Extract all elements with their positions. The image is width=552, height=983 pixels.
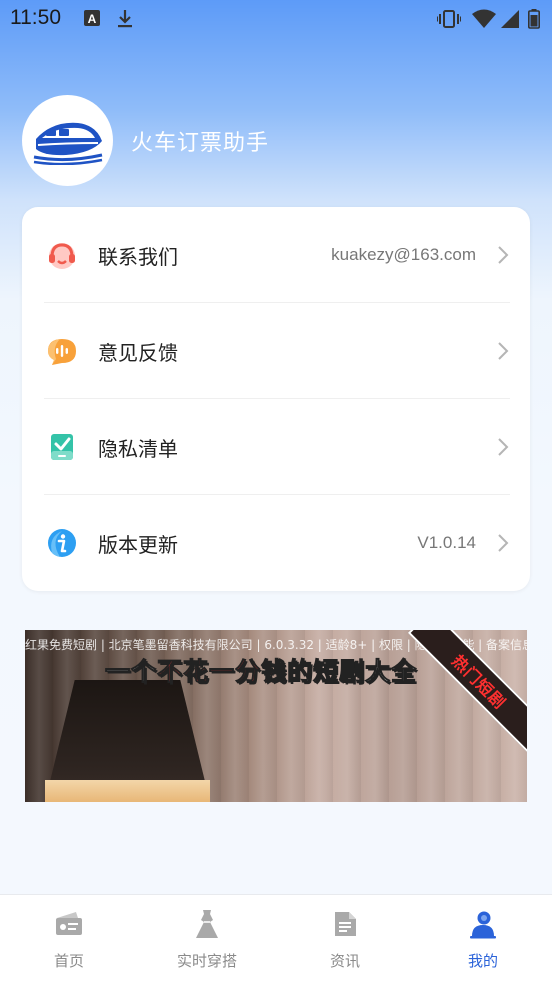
chevron-right-icon: [498, 342, 509, 360]
nav-tab-outfit[interactable]: 实时穿搭: [138, 895, 276, 983]
app-logo: [22, 95, 113, 186]
chevron-right-icon: [498, 438, 509, 456]
ad-headline: 一个不花一分钱的短剧大全: [104, 652, 418, 688]
news-icon: [335, 912, 356, 936]
settings-menu-card: 联系我们 kuakezy@163.com 意见反馈 隐私清单 版本更新 V1.0…: [22, 207, 530, 591]
menu-item-privacy-list[interactable]: 隐私清单: [22, 399, 530, 495]
nav-tab-me[interactable]: 我的: [414, 895, 552, 983]
checklist-icon: [51, 434, 73, 460]
nav-tab-home[interactable]: 首页: [0, 895, 138, 983]
menu-item-contact[interactable]: 联系我们 kuakezy@163.com: [22, 207, 530, 303]
menu-item-feedback[interactable]: 意见反馈: [22, 303, 530, 399]
version-number: V1.0.14: [417, 533, 476, 552]
menu-item-label: 联系我们: [98, 245, 178, 269]
menu-item-label: 隐私清单: [98, 437, 178, 461]
app-name: 火车订票助手: [131, 131, 270, 156]
nav-tab-news[interactable]: 资讯: [276, 895, 414, 983]
info-icon: [48, 529, 76, 557]
wifi-icon: [472, 9, 496, 28]
battery-icon: [528, 9, 540, 29]
ad-headline-part: 短剧大全: [313, 657, 418, 687]
ad-headline-part: 的: [287, 657, 314, 687]
headset-icon: [49, 243, 75, 269]
chat-bubble-icon: [48, 339, 76, 365]
download-icon: [118, 10, 132, 28]
ad-lamp-glow: [45, 780, 210, 802]
vibrate-icon: [437, 10, 461, 28]
chevron-right-icon: [498, 534, 509, 552]
nav-label: 实时穿搭: [176, 952, 237, 970]
user-icon: [470, 911, 496, 939]
nav-label: 首页: [53, 952, 84, 970]
status-time: 11:50: [10, 6, 61, 29]
dress-icon: [196, 910, 218, 938]
ticket-icon: [56, 912, 82, 935]
bottom-nav: 首页 实时穿搭 资讯 我的: [0, 894, 552, 983]
text-a-icon: A: [84, 10, 100, 26]
svg-text:A: A: [88, 12, 97, 26]
menu-item-label: 版本更新: [98, 533, 178, 557]
train-icon: [33, 122, 102, 165]
nav-label: 资讯: [329, 952, 360, 970]
menu-item-version-update[interactable]: 版本更新 V1.0.14: [22, 495, 530, 591]
contact-email: kuakezy@163.com: [331, 245, 476, 264]
nav-label: 我的: [467, 952, 498, 970]
signal-icon: [501, 10, 519, 28]
ad-banner[interactable]: 红果免费短剧 | 北京笔墨留香科技有限公司 | 6.0.3.32 | 适龄8+ …: [25, 630, 527, 802]
status-bar: 11:50 A: [0, 0, 552, 40]
chevron-right-icon: [498, 246, 509, 264]
ad-headline-highlight: 不花一分钱: [157, 657, 288, 687]
menu-item-label: 意见反馈: [98, 341, 178, 365]
ad-headline-part: 一个: [104, 657, 158, 687]
